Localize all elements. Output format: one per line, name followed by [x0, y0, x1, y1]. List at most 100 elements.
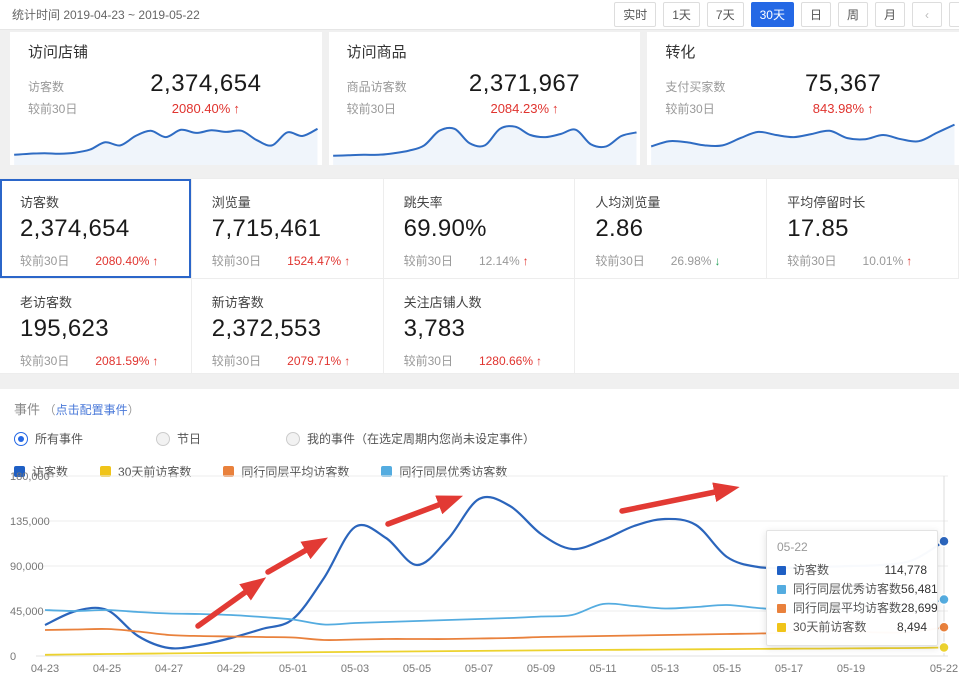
- radio-icon[interactable]: [14, 432, 28, 446]
- radio-icon[interactable]: [286, 432, 300, 446]
- annotation-arrow: [268, 545, 315, 572]
- metric-tiles: 访客数 2,374,654 较前30日2080.40%↑ 浏览量 7,715,4…: [0, 178, 959, 374]
- tooltip-swatch-icon: [777, 566, 786, 575]
- tile-new-visitors[interactable]: 新访客数 2,372,553 较前30日2079.71%↑: [192, 279, 384, 373]
- tile-value: 69.90%: [404, 215, 555, 243]
- compare-label: 较前30日: [20, 252, 69, 269]
- series-end-dot-访客数: [939, 536, 949, 546]
- paren: ）: [128, 403, 140, 417]
- tooltip-row: 30天前访客数 8,494: [777, 618, 927, 637]
- x-axis-tick: 05-07: [465, 663, 493, 675]
- tooltip-swatch-icon: [777, 623, 786, 632]
- tile-value: 2,374,654: [20, 215, 171, 243]
- tile-value: 7,715,461: [212, 215, 363, 243]
- range-button-7day[interactable]: 7天: [707, 2, 744, 27]
- radio-holidays[interactable]: 节日: [156, 430, 286, 447]
- series-end-dot-同行同层优秀访客数: [939, 595, 949, 605]
- clipped-button[interactable]: [949, 2, 959, 27]
- compare-percent: 26.98%: [671, 254, 712, 268]
- tile-label: 跳失率: [404, 192, 555, 211]
- trend-arrow-icon: ↑: [906, 254, 912, 268]
- x-axis-tick: 05-11: [589, 663, 616, 675]
- stat-date-range: 统计时间 2019-04-23 ~ 2019-05-22: [12, 6, 200, 23]
- chevron-left-icon[interactable]: ‹: [912, 2, 942, 27]
- tile-pageviews[interactable]: 浏览量 7,715,461 较前30日 1524.47%↑: [192, 179, 384, 278]
- compare-label: 较前30日: [404, 252, 453, 269]
- trend-arrow-icon: ↓: [714, 254, 720, 268]
- range-button-day[interactable]: 日: [801, 2, 831, 27]
- tiles-empty-area: [575, 279, 959, 373]
- topbar: 统计时间 2019-04-23 ~ 2019-05-22 实时 1天 7天 30…: [0, 0, 959, 30]
- range-button-30day[interactable]: 30天: [751, 2, 794, 27]
- compare-label: 较前30日: [404, 352, 453, 369]
- tile-value: 2,372,553: [212, 315, 363, 343]
- tile-label: 浏览量: [212, 192, 363, 211]
- radio-my-events[interactable]: 我的事件（在选定周期内您尚未设定事件）: [286, 430, 535, 447]
- tooltip-row: 同行同层平均访客数 28,699: [777, 599, 927, 618]
- x-axis-tick: 04-27: [155, 663, 183, 675]
- card-metric-label: 商品访客数: [347, 78, 427, 95]
- y-axis-tick: 90,000: [10, 561, 44, 573]
- tile-shop-followers[interactable]: 关注店铺人数 3,783 较前30日1280.66%↑: [384, 279, 576, 373]
- compare-label: 较前30日: [212, 252, 261, 269]
- compare-label: 较前30日: [20, 352, 69, 369]
- trend-arrow-icon: ↑: [344, 354, 350, 368]
- trend-arrow-icon: ↑: [152, 254, 158, 268]
- range-button-week[interactable]: 周: [838, 2, 868, 27]
- card-title: 访问店铺: [28, 41, 304, 62]
- tile-views-per-visitor[interactable]: 人均浏览量 2.86 较前30日26.98%↓: [575, 179, 767, 278]
- card-visit-shop[interactable]: 访问店铺 访客数 2,374,654 较前30日 2080.40%↑: [10, 32, 322, 165]
- tile-returning-visitors[interactable]: 老访客数 195,623 较前30日2081.59%↑: [0, 279, 192, 373]
- x-axis-tick: 05-17: [775, 663, 803, 675]
- card-conversion[interactable]: 转化 支付买家数 75,367 较前30日 843.98%↑: [647, 32, 959, 165]
- sparkline-conversion: [647, 105, 959, 165]
- range-button-realtime[interactable]: 实时: [614, 2, 656, 27]
- tile-label: 关注店铺人数: [404, 292, 555, 311]
- card-metric-value: 75,367: [745, 70, 941, 98]
- compare-percent: 10.01%: [863, 254, 904, 268]
- x-axis-tick: 05-05: [403, 663, 431, 675]
- x-axis-tick: 05-22: [930, 663, 958, 675]
- tile-visitors[interactable]: 访客数 2,374,654 较前30日2080.40%↑: [0, 179, 192, 278]
- compare-percent: 1524.47%: [287, 254, 341, 268]
- card-visit-item[interactable]: 访问商品 商品访客数 2,371,967 较前30日 2084.23%↑: [329, 32, 641, 165]
- sparkline-visit-item: [329, 105, 641, 165]
- tile-value: 3,783: [404, 315, 555, 343]
- compare-percent: 12.14%: [479, 254, 520, 268]
- series-end-dot-30天前访客数: [939, 643, 949, 653]
- tile-label: 老访客数: [20, 292, 171, 311]
- compare-label: 较前30日: [212, 352, 261, 369]
- range-button-1day[interactable]: 1天: [663, 2, 700, 27]
- tooltip-swatch-icon: [777, 585, 786, 594]
- tooltip-date: 05-22: [777, 540, 927, 554]
- x-axis-tick: 04-29: [217, 663, 245, 675]
- series-end-dot-同行同层平均访客数: [939, 622, 949, 632]
- tile-label: 平均停留时长: [787, 192, 938, 211]
- tile-label: 访客数: [20, 192, 171, 211]
- y-axis-tick: 180,000: [10, 471, 50, 483]
- tile-bounce-rate[interactable]: 跳失率 69.90% 较前30日12.14%↑: [384, 179, 576, 278]
- x-axis-tick: 05-01: [279, 663, 307, 675]
- trend-arrow-icon: ↑: [344, 254, 350, 268]
- radio-icon[interactable]: [156, 432, 170, 446]
- tile-avg-stay-time[interactable]: 平均停留时长 17.85 较前30日 10.01%↑: [767, 179, 959, 278]
- x-axis-tick: 05-09: [527, 663, 555, 675]
- compare-percent: 1280.66%: [479, 354, 533, 368]
- x-axis-tick: 05-15: [713, 663, 741, 675]
- tile-value: 17.85: [787, 215, 938, 243]
- compare-label: 较前30日: [787, 252, 836, 269]
- compare-percent: 2081.59%: [95, 354, 149, 368]
- summary-cards: 访问店铺 访客数 2,374,654 较前30日 2080.40%↑ 访问商品 …: [0, 32, 959, 165]
- card-metric-value: 2,374,654: [108, 70, 304, 98]
- configure-events-link[interactable]: 点击配置事件: [56, 403, 128, 417]
- tooltip-row: 同行同层优秀访客数 56,481: [777, 580, 927, 599]
- events-label: 事件: [14, 402, 40, 417]
- card-metric-value: 2,371,967: [427, 70, 623, 98]
- radio-label: 我的事件（在选定周期内您尚未设定事件）: [307, 430, 535, 447]
- x-axis-tick: 04-23: [31, 663, 59, 675]
- range-button-month[interactable]: 月: [875, 2, 905, 27]
- annotation-arrow: [622, 490, 725, 511]
- tile-label: 人均浏览量: [595, 192, 746, 211]
- radio-all-events[interactable]: 所有事件: [14, 430, 156, 447]
- trend-chart[interactable]: 180,000135,00090,00045,000004-2304-2504-…: [0, 468, 959, 682]
